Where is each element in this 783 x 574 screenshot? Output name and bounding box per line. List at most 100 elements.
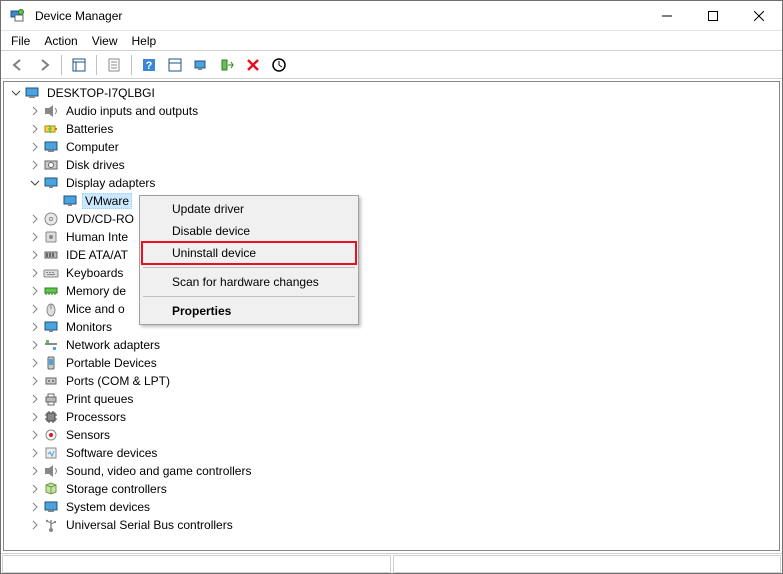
keyboard-icon xyxy=(43,265,59,281)
scan-hardware-button[interactable] xyxy=(267,53,291,77)
toolbar-separator xyxy=(61,55,62,75)
back-button[interactable] xyxy=(6,53,30,77)
disk-icon xyxy=(43,157,59,173)
mouse-icon xyxy=(43,301,59,317)
context-menu-item[interactable]: Properties xyxy=(142,300,356,322)
toolbar: ? xyxy=(1,51,782,79)
menu-file[interactable]: File xyxy=(11,34,30,48)
tree-category-label: Audio inputs and outputs xyxy=(63,103,201,119)
collapse-icon[interactable] xyxy=(27,175,43,191)
toolbar-separator xyxy=(131,55,132,75)
enable-device-button[interactable] xyxy=(215,53,239,77)
tree-category-label: Disk drives xyxy=(63,157,128,173)
statusbar-cell xyxy=(393,555,782,573)
expand-icon[interactable] xyxy=(27,121,43,137)
expand-icon[interactable] xyxy=(27,283,43,299)
tree-category-label: Mice and o xyxy=(63,301,128,317)
tree-category-label: Processors xyxy=(63,409,129,425)
uninstall-device-button[interactable] xyxy=(241,53,265,77)
help-button[interactable]: ? xyxy=(137,53,161,77)
expand-icon[interactable] xyxy=(27,247,43,263)
tree-category[interactable]: Display adapters xyxy=(27,174,779,192)
expand-icon[interactable] xyxy=(27,157,43,173)
processor-icon xyxy=(43,409,59,425)
tree-category-label: System devices xyxy=(63,499,153,515)
expand-icon[interactable] xyxy=(27,301,43,317)
tree-category[interactable]: Batteries xyxy=(27,120,779,138)
tree-category[interactable]: Audio inputs and outputs xyxy=(27,102,779,120)
display-icon xyxy=(43,175,59,191)
context-menu-item[interactable]: Uninstall device xyxy=(142,242,356,264)
dvd-icon xyxy=(43,211,59,227)
expand-icon[interactable] xyxy=(27,337,43,353)
expand-icon[interactable] xyxy=(27,103,43,119)
expand-icon[interactable] xyxy=(27,355,43,371)
maximize-button[interactable] xyxy=(690,1,736,30)
properties-button[interactable] xyxy=(163,53,187,77)
expand-icon[interactable] xyxy=(27,139,43,155)
software-icon xyxy=(43,445,59,461)
context-menu: Update driverDisable deviceUninstall dev… xyxy=(139,195,359,325)
tree-category-label: Universal Serial Bus controllers xyxy=(63,517,236,533)
device-tree-pane: DESKTOP-I7QLBGI Audio inputs and outputs… xyxy=(3,81,780,551)
context-menu-item[interactable]: Update driver xyxy=(142,198,356,220)
expand-icon[interactable] xyxy=(27,445,43,461)
tree-category[interactable]: Ports (COM & LPT) xyxy=(27,372,779,390)
tree-category-label: Computer xyxy=(63,139,122,155)
expand-icon[interactable] xyxy=(27,265,43,281)
tree-category[interactable]: Print queues xyxy=(27,390,779,408)
window-title: Device Manager xyxy=(35,9,122,23)
tree-category[interactable]: Sensors xyxy=(27,426,779,444)
expand-icon[interactable] xyxy=(27,517,43,533)
sound-icon xyxy=(43,463,59,479)
show-hidden-button[interactable] xyxy=(67,53,91,77)
tree-category[interactable]: Storage controllers xyxy=(27,480,779,498)
close-button[interactable] xyxy=(736,1,782,30)
expand-icon[interactable] xyxy=(27,319,43,335)
tree-category[interactable]: Software devices xyxy=(27,444,779,462)
context-menu-separator xyxy=(143,296,355,297)
tree-category-label: Sound, video and game controllers xyxy=(63,463,254,479)
expand-icon[interactable] xyxy=(27,481,43,497)
tree-category-label: Software devices xyxy=(63,445,160,461)
toolbar-separator xyxy=(96,55,97,75)
ide-icon xyxy=(43,247,59,263)
menu-help[interactable]: Help xyxy=(132,34,157,48)
print-icon xyxy=(43,391,59,407)
tree-category[interactable]: Network adapters xyxy=(27,336,779,354)
tree-category[interactable]: Sound, video and game controllers xyxy=(27,462,779,480)
expand-icon[interactable] xyxy=(27,409,43,425)
tree-root[interactable]: DESKTOP-I7QLBGI xyxy=(8,84,779,102)
portable-icon xyxy=(43,355,59,371)
menu-action[interactable]: Action xyxy=(44,34,77,48)
tree-device-label: VMware xyxy=(82,193,132,209)
expand-icon[interactable] xyxy=(27,463,43,479)
update-driver-button[interactable] xyxy=(189,53,213,77)
expand-icon[interactable] xyxy=(27,373,43,389)
tree-category[interactable]: Computer xyxy=(27,138,779,156)
expand-icon[interactable] xyxy=(27,229,43,245)
minimize-button[interactable] xyxy=(644,1,690,30)
audio-icon xyxy=(43,103,59,119)
tree-category[interactable]: System devices xyxy=(27,498,779,516)
context-menu-item[interactable]: Disable device xyxy=(142,220,356,242)
tree-category[interactable]: Disk drives xyxy=(27,156,779,174)
menu-view[interactable]: View xyxy=(92,34,118,48)
collapse-icon[interactable] xyxy=(8,85,24,101)
usb-icon xyxy=(43,517,59,533)
tree-category-label: DVD/CD-RO xyxy=(63,211,137,227)
forward-button[interactable] xyxy=(32,53,56,77)
tree-category[interactable]: Portable Devices xyxy=(27,354,779,372)
context-menu-separator xyxy=(143,267,355,268)
tree-category[interactable]: Universal Serial Bus controllers xyxy=(27,516,779,534)
hid-icon xyxy=(43,229,59,245)
expand-icon[interactable] xyxy=(27,427,43,443)
properties-sheet-button[interactable] xyxy=(102,53,126,77)
tree-category[interactable]: Processors xyxy=(27,408,779,426)
context-menu-item[interactable]: Scan for hardware changes xyxy=(142,271,356,293)
expand-icon[interactable] xyxy=(27,499,43,515)
expand-icon[interactable] xyxy=(27,391,43,407)
expand-icon[interactable] xyxy=(27,211,43,227)
tree-category-label: Display adapters xyxy=(63,175,158,191)
tree-category-label: Sensors xyxy=(63,427,113,443)
